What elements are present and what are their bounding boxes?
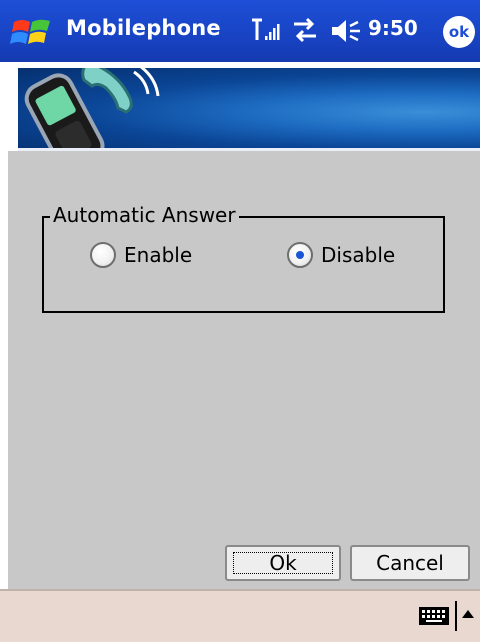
radio-selected-dot	[296, 251, 304, 259]
keyboard-icon[interactable]	[418, 604, 450, 628]
title-bar: Mobilephone 9:50 ok	[0, 0, 480, 62]
cancel-button-label: Cancel	[376, 551, 444, 575]
enable-radio-button[interactable]	[90, 242, 116, 268]
automatic-answer-group: Automatic Answer Enable Disable	[42, 203, 445, 313]
app-title: Mobilephone	[66, 16, 221, 40]
header-banner	[18, 68, 480, 151]
disable-radio-button[interactable]	[287, 242, 313, 268]
clock[interactable]: 9:50	[368, 16, 418, 40]
windows-start-icon[interactable]	[10, 12, 54, 52]
ok-close-button[interactable]: ok	[443, 16, 475, 48]
mobile-phone-icon	[24, 68, 160, 148]
disable-radio-label[interactable]: Disable	[321, 243, 395, 267]
signal-strength-icon[interactable]	[250, 16, 280, 44]
menu-bar	[0, 589, 480, 642]
cancel-button[interactable]: Cancel	[350, 545, 470, 581]
banner-frame	[0, 62, 18, 154]
disable-radio[interactable]: Disable	[287, 242, 395, 268]
settings-panel: Automatic Answer Enable Disable Ok Cance…	[0, 151, 480, 589]
connectivity-icon[interactable]	[290, 16, 320, 44]
enable-radio-label[interactable]: Enable	[124, 243, 192, 267]
input-menu-arrow-icon[interactable]	[461, 607, 475, 621]
focus-rectangle	[233, 552, 333, 574]
volume-icon[interactable]	[330, 18, 362, 44]
group-title: Automatic Answer	[50, 203, 239, 227]
enable-radio[interactable]: Enable	[90, 242, 192, 268]
menu-divider	[455, 601, 457, 631]
panel-left-edge	[0, 151, 8, 589]
ok-button[interactable]: Ok	[225, 545, 341, 581]
